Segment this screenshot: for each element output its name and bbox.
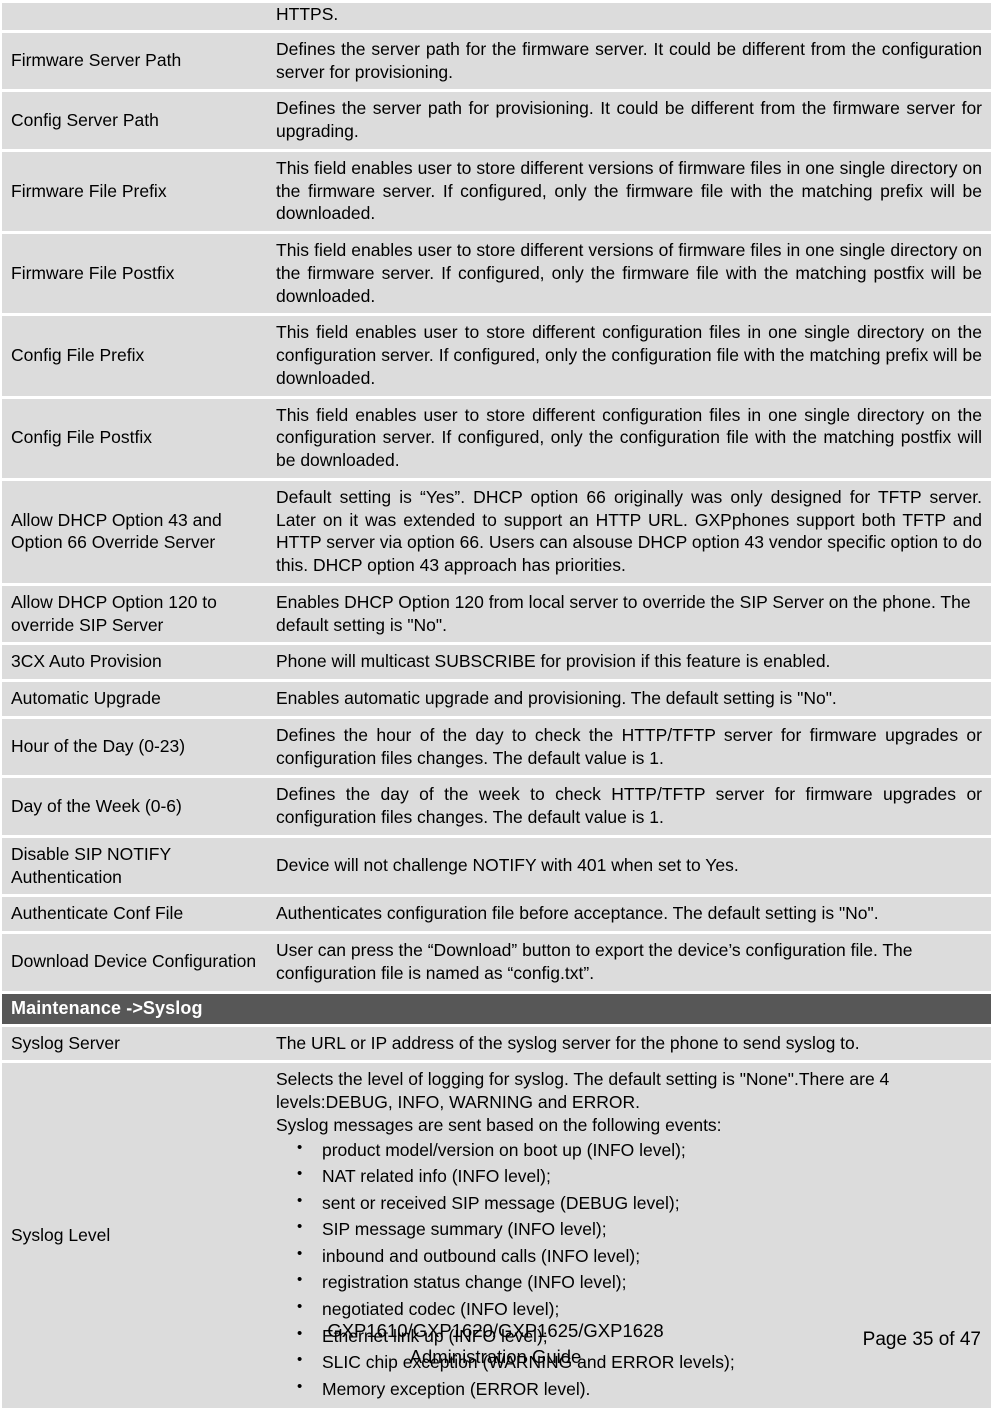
setting-name-cell: Automatic Upgrade <box>2 682 265 716</box>
list-item: • SIP message summary (INFO level); <box>276 1216 982 1243</box>
setting-name-cell: Config File Prefix <box>2 316 265 396</box>
setting-description-cell: Defines the day of the week to check HTT… <box>265 778 991 835</box>
setting-description-cell: User can press the “Download” button to … <box>265 934 991 991</box>
list-item: • inbound and outbound calls (INFO level)… <box>276 1243 982 1270</box>
setting-name-cell: Allow DHCP Option 43 and Option 66 Overr… <box>2 480 265 583</box>
setting-name-cell: 3CX Auto Provision <box>2 645 265 679</box>
table-row: Authenticate Conf File Authenticates con… <box>2 897 991 931</box>
setting-name-cell: Syslog Server <box>2 1026 265 1061</box>
table-row: Allow DHCP Option 120 to override SIP Se… <box>2 585 991 643</box>
section-header-label: Maintenance ->Syslog <box>2 993 991 1024</box>
bullet-icon: • <box>297 1271 303 1289</box>
list-item-label: sent or received SIP message (DEBUG leve… <box>322 1192 680 1213</box>
setting-description-cell: Device will not challenge NOTIFY with 40… <box>265 837 991 895</box>
setting-name-cell: Firmware File Prefix <box>2 151 265 231</box>
list-item-label: inbound and outbound calls (INFO level); <box>322 1245 641 1266</box>
setting-name-cell: Hour of the Day (0-23) <box>2 718 265 776</box>
setting-description-cell: This field enables user to store differe… <box>265 398 991 478</box>
list-item: • registration status change (INFO level)… <box>276 1269 982 1296</box>
table-row: Allow DHCP Option 43 and Option 66 Overr… <box>2 480 991 583</box>
table-row: Download Device Configuration User can p… <box>2 934 991 991</box>
setting-description-cell: This field enables user to store differe… <box>265 151 991 231</box>
list-item-label: SIP message summary (INFO level); <box>322 1219 607 1240</box>
bullet-icon: • <box>297 1165 303 1183</box>
table-row: Disable SIP NOTIFY Authentication Device… <box>2 837 991 895</box>
setting-name-cell: Config Server Path <box>2 92 265 149</box>
setting-name-cell: Download Device Configuration <box>2 934 265 991</box>
table-row: 3CX Auto Provision Phone will multicast … <box>2 645 991 679</box>
setting-name-cell <box>2 3 265 30</box>
settings-specification-table: HTTPS. Firmware Server Path Defines the … <box>2 0 991 1411</box>
table-row: Syslog Server The URL or IP address of t… <box>2 1026 991 1061</box>
setting-name-cell: Firmware Server Path <box>2 32 265 90</box>
setting-description-cell: Enables DHCP Option 120 from local serve… <box>265 585 991 643</box>
table-body: HTTPS. Firmware Server Path Defines the … <box>2 3 991 1409</box>
setting-description-cell: This field enables user to store differe… <box>265 316 991 396</box>
setting-description-cell: Defines the server path for provisioning… <box>265 92 991 149</box>
bullet-icon: • <box>297 1138 303 1156</box>
setting-name-cell: Firmware File Postfix <box>2 234 265 314</box>
table-row: Config File Prefix This field enables us… <box>2 316 991 396</box>
table-row: Firmware File Postfix This field enables… <box>2 234 991 314</box>
setting-name-cell: Day of the Week (0-6) <box>2 778 265 835</box>
setting-description-cell: Phone will multicast SUBSCRIBE for provi… <box>265 645 991 679</box>
page-footer: GXP1610/GXP1620/GXP1625/GXP1628 Administ… <box>0 1318 991 1387</box>
setting-description-cell: The URL or IP address of the syslog serv… <box>265 1026 991 1061</box>
list-item-label: product model/version on boot up (INFO l… <box>322 1139 686 1160</box>
setting-description-cell: Defines the server path for the firmware… <box>265 32 991 90</box>
section-header-row: Maintenance ->Syslog <box>2 993 991 1024</box>
table-row: HTTPS. <box>2 3 991 30</box>
table-row: Hour of the Day (0-23) Defines the hour … <box>2 718 991 776</box>
footer-product-line: GXP1610/GXP1620/GXP1625/GXP1628 <box>327 1320 664 1341</box>
bullet-icon: • <box>297 1191 303 1209</box>
list-item: • product model/version on boot up (INFO … <box>276 1137 982 1164</box>
setting-name-cell: Allow DHCP Option 120 to override SIP Se… <box>2 585 265 643</box>
footer-guide-line: Administration Guide <box>409 1346 582 1368</box>
list-item: • NAT related info (INFO level); <box>276 1163 982 1190</box>
bullet-icon: • <box>297 1244 303 1262</box>
setting-description-cell: This field enables user to store differe… <box>265 234 991 314</box>
setting-name-cell: Config File Postfix <box>2 398 265 478</box>
setting-description-cell: Defines the hour of the day to check the… <box>265 718 991 776</box>
syslog-level-intro-line-1: Selects the level of logging for syslog.… <box>276 1069 890 1112</box>
footer-page-number: Page 35 of 47 <box>862 1329 981 1350</box>
table-row: Day of the Week (0-6) Defines the day of… <box>2 778 991 835</box>
bullet-icon: • <box>297 1298 303 1316</box>
document-page: HTTPS. Firmware Server Path Defines the … <box>0 0 991 1409</box>
setting-name-cell: Authenticate Conf File <box>2 897 265 931</box>
setting-name-cell: Disable SIP NOTIFY Authentication <box>2 837 265 895</box>
table-row: Firmware Server Path Defines the server … <box>2 32 991 90</box>
list-item-label: negotiated codec (INFO level); <box>322 1299 560 1320</box>
setting-description-cell: HTTPS. <box>265 3 991 30</box>
setting-description-cell: Authenticates configuration file before … <box>265 897 991 931</box>
table-row: Config File Postfix This field enables u… <box>2 398 991 478</box>
setting-description-cell: Default setting is “Yes”. DHCP option 66… <box>265 480 991 583</box>
table-row: Config Server Path Defines the server pa… <box>2 92 991 149</box>
list-item: • sent or received SIP message (DEBUG lev… <box>276 1190 982 1217</box>
bullet-icon: • <box>297 1218 303 1236</box>
table-row: Automatic Upgrade Enables automatic upgr… <box>2 682 991 716</box>
syslog-level-intro-line-2: Syslog messages are sent based on the fo… <box>276 1114 722 1135</box>
footer-title-block: GXP1610/GXP1620/GXP1625/GXP1628 Administ… <box>0 1318 991 1371</box>
setting-description-cell: Enables automatic upgrade and provisioni… <box>265 682 991 716</box>
list-item-label: NAT related info (INFO level); <box>322 1166 551 1187</box>
list-item-label: registration status change (INFO level); <box>322 1272 627 1293</box>
table-row: Firmware File Prefix This field enables … <box>2 151 991 231</box>
